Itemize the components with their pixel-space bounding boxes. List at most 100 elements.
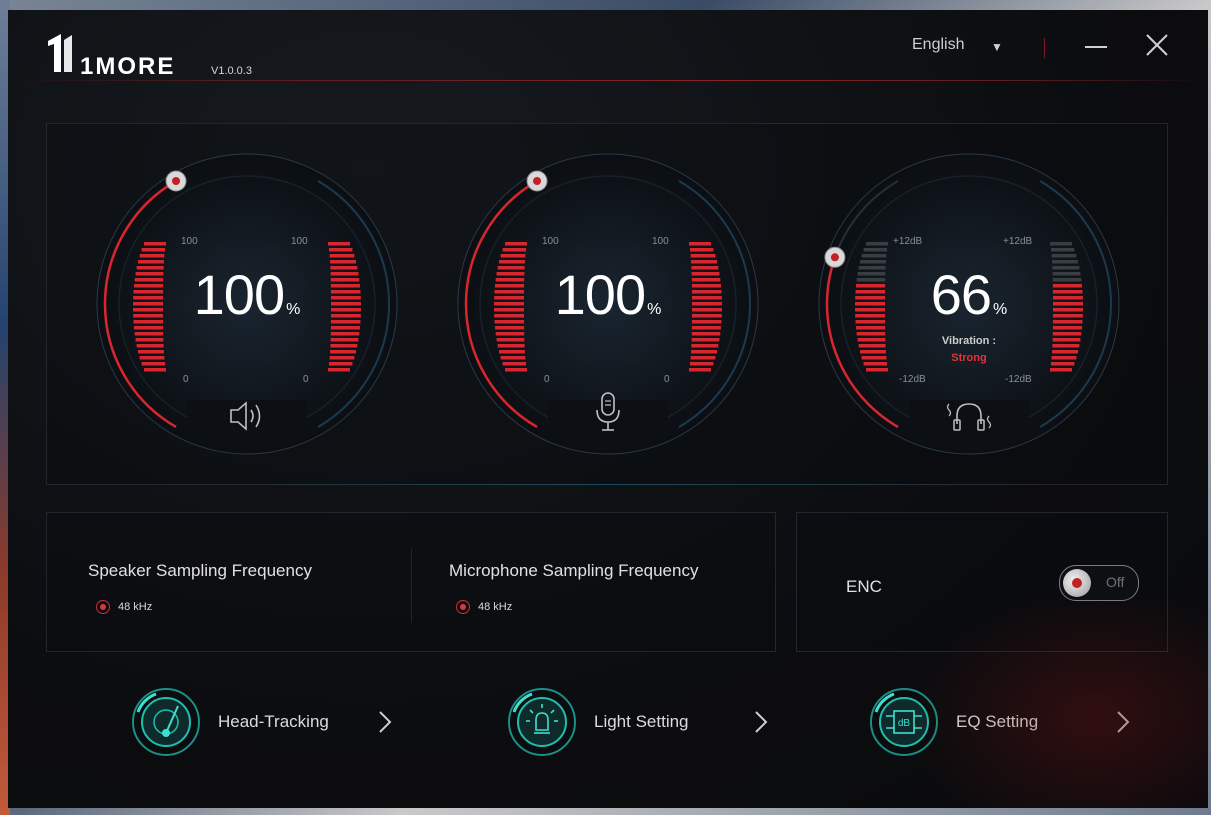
level-segment-right: [690, 356, 716, 360]
toggle-knob[interactable]: [1063, 569, 1091, 597]
level-segment-right: [330, 344, 358, 348]
vibration-tick-min-right: -12dB: [1005, 374, 1032, 385]
enc-label: ENC: [846, 577, 882, 596]
speaker-tick-max-left: 100: [181, 236, 198, 247]
speaker-icon: [230, 401, 261, 431]
level-segment-left: [139, 254, 165, 258]
level-segment-right: [328, 248, 353, 252]
head-tracking-button[interactable]: Head-Tracking: [130, 686, 400, 758]
minimize-button[interactable]: [1083, 34, 1109, 60]
dials-panel: 100 100 0 0 100% 100 100 0 0 100% +12dB …: [46, 123, 1168, 485]
mic-tick-min-right: 0: [664, 374, 670, 385]
speaker-48khz-label[interactable]: 48 kHz: [118, 601, 152, 613]
level-segment-left: [866, 368, 889, 372]
level-segment-left: [863, 248, 888, 252]
speaker-volume-dial[interactable]: 100 100 0 0 100%: [95, 152, 399, 456]
language-select[interactable]: English: [912, 36, 964, 54]
level-segment-right: [1049, 368, 1072, 372]
level-segment-left: [505, 368, 528, 372]
level-segment-left: [497, 344, 525, 348]
level-segment-right: [689, 362, 714, 366]
speaker-48khz-radio[interactable]: [96, 600, 110, 614]
vibration-tick-min-left: -12dB: [899, 374, 926, 385]
svg-text:dB: dB: [898, 718, 911, 729]
vibration-strength: Strong: [951, 352, 987, 364]
close-button[interactable]: [1144, 32, 1170, 58]
app-window: 1MORE V1.0.0.3 English ▼ 100 100 0 0 100…: [8, 10, 1208, 808]
level-segment-right: [691, 350, 717, 354]
level-segment-right: [691, 344, 719, 348]
vibration-dial[interactable]: +12dB +12dB -12dB -12dB 66% Vibration : …: [817, 152, 1121, 456]
title-separator: [8, 80, 1208, 81]
title-bar: 1MORE V1.0.0.3 English ▼: [8, 10, 1208, 82]
level-segment-left: [144, 368, 167, 372]
level-segment-right: [691, 338, 720, 342]
speaker-sampling-title: Speaker Sampling Frequency: [88, 561, 312, 580]
chevron-down-icon[interactable]: ▼: [991, 40, 1003, 54]
microphone-volume-dial[interactable]: 100 100 0 0 100%: [456, 152, 760, 456]
mic-tick-max-right: 100: [652, 236, 669, 247]
speaker-tick-min-left: 0: [183, 374, 189, 385]
level-segment-right: [1051, 254, 1077, 258]
chevron-right-icon: [755, 711, 768, 733]
eq-setting-button[interactable]: dB EQ Setting: [868, 686, 1138, 758]
level-segment-left: [144, 242, 167, 246]
level-segment-left: [499, 350, 525, 354]
level-segment-right: [689, 248, 714, 252]
speaker-tick-min-right: 0: [303, 374, 309, 385]
mic-tick-min-left: 0: [544, 374, 550, 385]
radar-icon: [132, 688, 200, 756]
level-segment-right: [691, 332, 721, 336]
mic-tick-max-left: 100: [542, 236, 559, 247]
level-segment-right: [1049, 242, 1072, 246]
chevron-right-icon: [379, 711, 392, 733]
level-segment-right: [330, 350, 356, 354]
level-segment-left: [136, 344, 164, 348]
level-segment-left: [861, 254, 887, 258]
brand-logo: 1MORE: [48, 34, 173, 76]
level-segment-left: [496, 338, 525, 342]
speaker-tick-max-right: 100: [291, 236, 308, 247]
microphone-48khz-label[interactable]: 48 kHz: [478, 601, 512, 613]
light-setting-button[interactable]: Light Setting: [506, 686, 776, 758]
level-segment-right: [688, 242, 711, 246]
headphones-vibration-icon: [946, 403, 992, 431]
level-segment-left: [138, 350, 164, 354]
level-segment-left: [141, 248, 166, 252]
level-segment-left: [139, 356, 165, 360]
level-segment-left: [500, 254, 526, 258]
level-segment-left: [500, 356, 526, 360]
level-segment-right: [327, 368, 350, 372]
title-divider: [1044, 38, 1045, 58]
chevron-right-icon: [1117, 711, 1130, 733]
light-bulb-icon: [508, 688, 576, 756]
level-segment-right: [330, 338, 359, 342]
level-segment-right: [688, 368, 711, 372]
level-segment-left: [502, 248, 527, 252]
db-equalizer-icon: dB: [870, 688, 938, 756]
sampling-frequency-panel: Speaker Sampling Frequency 48 kHz Microp…: [46, 512, 776, 652]
head-tracking-label: Head-Tracking: [218, 712, 329, 731]
level-segment-left: [502, 362, 527, 366]
microphone-48khz-radio[interactable]: [456, 600, 470, 614]
light-setting-label: Light Setting: [594, 712, 689, 731]
level-segment-right: [329, 356, 355, 360]
level-segment-right: [328, 362, 353, 366]
version-label: V1.0.0.3: [211, 65, 252, 77]
frequency-divider: [411, 548, 412, 623]
microphone-volume-value: 100%: [554, 263, 662, 326]
level-segment-left: [134, 332, 164, 336]
level-segment-right: [327, 242, 350, 246]
level-segment-left: [135, 338, 164, 342]
microphone-sampling-title: Microphone Sampling Frequency: [449, 561, 699, 580]
level-segment-left: [495, 332, 525, 336]
level-segment-left: [866, 242, 889, 246]
level-segment-right: [330, 332, 360, 336]
enc-toggle[interactable]: Off: [1059, 565, 1139, 601]
vibration-value: 66%: [930, 263, 1008, 326]
enc-state: Off: [1106, 574, 1125, 590]
level-segment-left: [141, 362, 166, 366]
vibration-label: Vibration :: [941, 335, 997, 347]
vibration-tick-max-right: +12dB: [1003, 236, 1033, 247]
level-segment-right: [690, 254, 716, 258]
